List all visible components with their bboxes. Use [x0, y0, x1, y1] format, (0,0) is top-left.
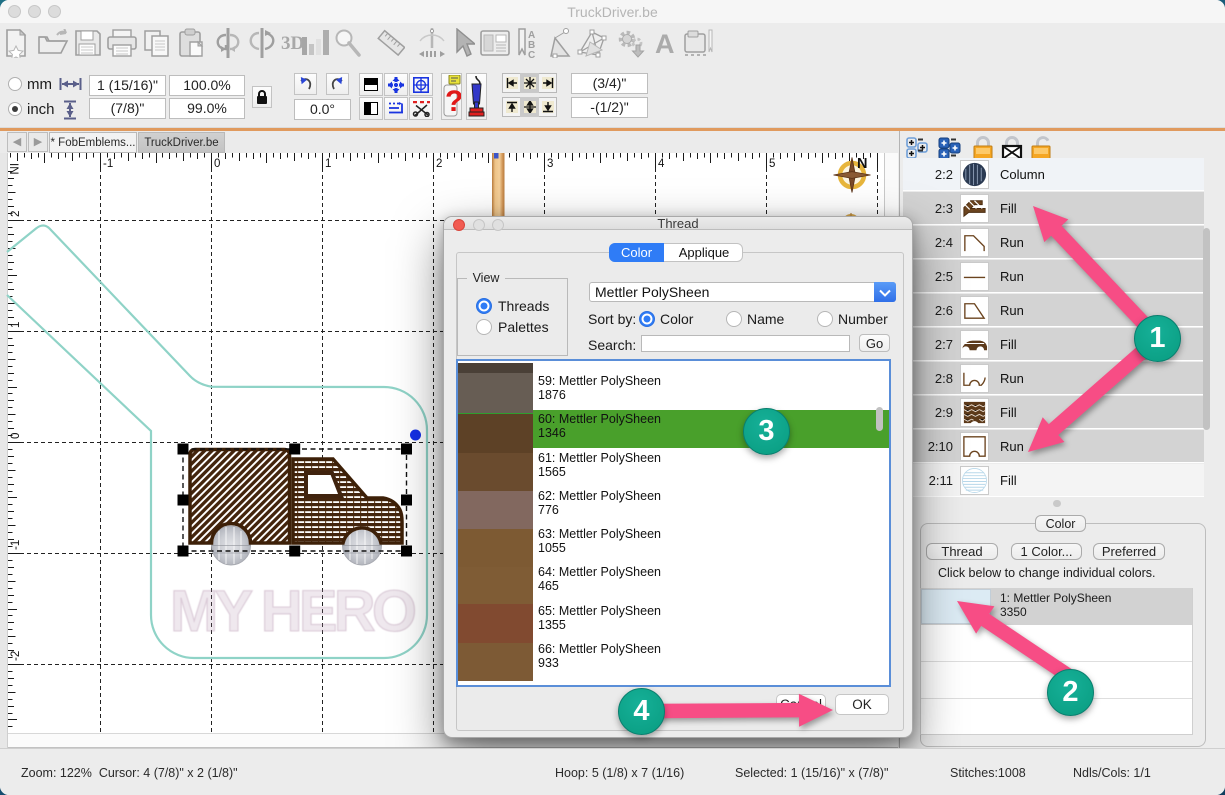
- svg-text:0: 0: [214, 158, 220, 170]
- svg-text:3: 3: [547, 158, 553, 170]
- svg-text:C: C: [528, 50, 535, 59]
- svg-text:-1: -1: [103, 158, 113, 170]
- svg-text:-2: -2: [10, 651, 22, 661]
- svg-text:1: 1: [10, 322, 22, 328]
- svg-text:IN: IN: [7, 163, 19, 175]
- svg-text:4: 4: [658, 158, 665, 170]
- svg-text:1: 1: [325, 158, 331, 170]
- svg-text:-1: -1: [10, 540, 22, 550]
- svg-text:2: 2: [436, 158, 442, 170]
- svg-text:N: N: [857, 156, 867, 172]
- svg-text:MY HERO: MY HERO: [170, 579, 417, 644]
- svg-text:5: 5: [769, 158, 775, 170]
- svg-text:2: 2: [10, 211, 22, 217]
- svg-text:A: A: [655, 30, 675, 56]
- svg-text:?: ?: [445, 85, 461, 118]
- svg-text:0: 0: [10, 433, 22, 439]
- svg-text:3D: 3D: [281, 33, 304, 54]
